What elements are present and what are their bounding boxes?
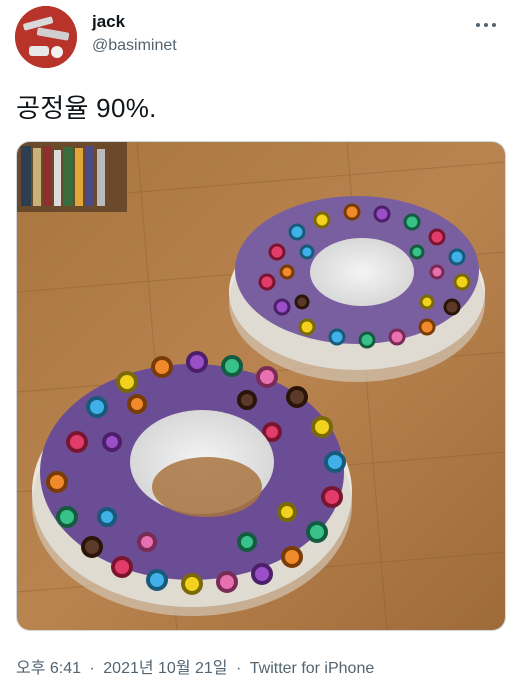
tweet-source[interactable]: Twitter for iPhone bbox=[250, 660, 375, 677]
tweet-date[interactable]: 2021년 10월 21일 bbox=[103, 660, 227, 677]
tweet-text: 공정율 90%. bbox=[16, 93, 157, 123]
tweet-header: jack @basiminet bbox=[12, 4, 503, 68]
separator: · bbox=[235, 660, 242, 677]
user-handle[interactable]: @basiminet bbox=[92, 37, 177, 55]
more-horizontal-icon[interactable] bbox=[469, 10, 503, 40]
separator: · bbox=[89, 660, 95, 677]
tweet-time[interactable]: 오후 6:41 bbox=[16, 660, 81, 677]
display-name[interactable]: jack bbox=[92, 12, 125, 32]
avatar[interactable] bbox=[15, 6, 77, 68]
tweet-metadata: 오후 6:41 · 2021년 10월 21일 · Twitter for iP… bbox=[16, 654, 374, 678]
tweet-photo[interactable] bbox=[16, 141, 506, 631]
tweet: jack @basiminet 공정율 90%. 오후 6:41 · 2021년… bbox=[0, 0, 515, 686]
